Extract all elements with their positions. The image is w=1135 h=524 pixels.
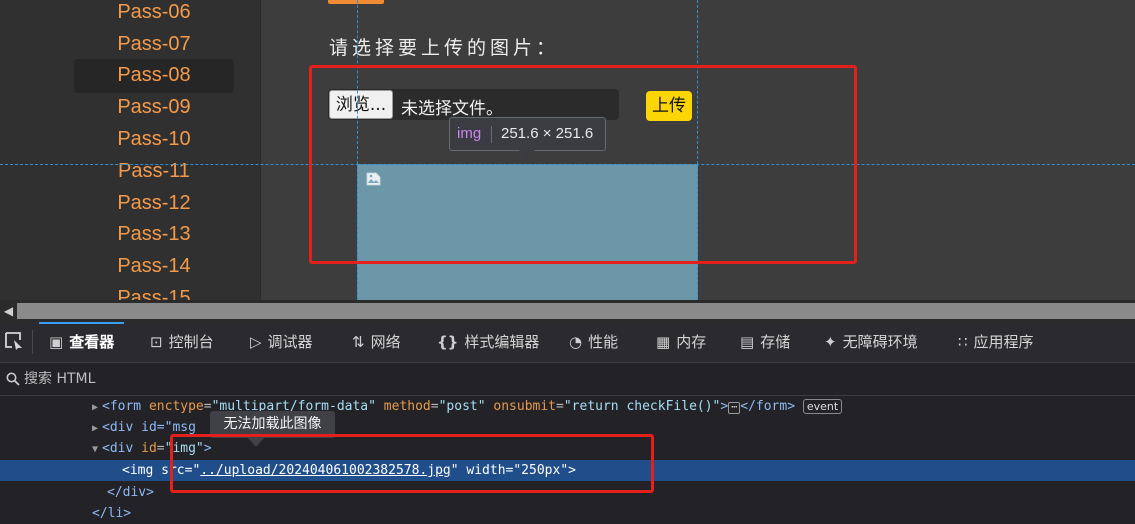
scroll-left-arrow-icon[interactable]: ◀	[2, 303, 15, 319]
tab-network[interactable]: ⇅ 网络	[352, 322, 401, 362]
horizontal-scrollbar[interactable]: ◀	[0, 300, 1135, 322]
tab-label: 内存	[676, 333, 707, 351]
sidebar-item-pass-06[interactable]: Pass-06	[74, 0, 234, 30]
sidebar-item-pass-07[interactable]: Pass-07	[74, 28, 234, 62]
element-picker-icon[interactable]	[4, 331, 24, 351]
sidebar-item-pass-15[interactable]: Pass-15	[74, 282, 234, 300]
collapse-arrow-icon[interactable]: ▼	[92, 439, 102, 460]
sidebar-item-pass-08[interactable]: Pass-08	[74, 59, 234, 93]
tab-label: 控制台	[168, 333, 214, 351]
sidebar-item-pass-10[interactable]: Pass-10	[74, 123, 234, 157]
memory-icon: ▦	[656, 333, 671, 351]
page-heading-clipped	[328, 0, 384, 4]
sidebar-item-pass-09[interactable]: Pass-09	[74, 91, 234, 125]
sidebar-item-pass-11[interactable]: Pass-11	[74, 155, 234, 189]
html-search-bar	[0, 363, 1135, 396]
tab-label: 调试器	[267, 333, 313, 351]
toolbar-divider	[32, 330, 33, 354]
code-line-form[interactable]: ▶ <form enctype="multipart/form-data" met…	[0, 396, 1135, 417]
tab-application[interactable]: ∷ 应用程序	[958, 322, 1034, 362]
console-icon: ⊡	[150, 333, 163, 351]
application-icon: ∷	[958, 333, 968, 351]
annotation-box-img-src	[170, 434, 654, 493]
tab-label: 应用程序	[973, 333, 1034, 351]
tab-performance[interactable]: ◔ 性能	[569, 322, 618, 362]
page-viewport: Pass-06 Pass-07 Pass-08 Pass-09 Pass-10 …	[0, 0, 1135, 300]
tab-accessibility[interactable]: ✦ 无障碍环境	[824, 322, 918, 362]
devtools-toolbar: ▣ 查看器 ⊡ 控制台 ▷ 调试器 ⇅ 网络 {} 样式编辑器 ◔ 性能 ▦ 内存 ▤ 存储 ✦…	[0, 322, 1135, 363]
annotation-box-upload	[309, 65, 857, 264]
devtools-panel: ▣ 查看器 ⊡ 控制台 ▷ 调试器 ⇅ 网络 {} 样式编辑器 ◔ 性能 ▦ 内存 ▤ 存储 ✦…	[0, 322, 1135, 524]
tab-inspector[interactable]: ▣ 查看器	[39, 322, 125, 362]
tab-style-editor[interactable]: {} 样式编辑器	[437, 322, 539, 362]
expand-arrow-icon[interactable]: ▶	[92, 397, 102, 418]
tab-memory[interactable]: ▦ 内存	[656, 322, 706, 362]
code-line-li-close[interactable]: </li>	[0, 503, 1135, 524]
tab-label: 样式编辑器	[464, 333, 540, 351]
style-editor-icon: {}	[437, 333, 459, 351]
search-html-input[interactable]	[24, 369, 524, 389]
tab-debugger[interactable]: ▷ 调试器	[250, 322, 313, 362]
sidebar-item-pass-14[interactable]: Pass-14	[74, 250, 234, 284]
scrollbar-thumb[interactable]	[17, 303, 1135, 319]
tab-label: 存储	[760, 333, 791, 351]
accessibility-icon: ✦	[824, 333, 837, 351]
storage-icon: ▤	[740, 333, 755, 351]
search-icon	[6, 372, 20, 386]
inspector-icon: ▣	[49, 333, 64, 351]
tab-storage[interactable]: ▤ 存储	[740, 322, 790, 362]
sidebar-item-pass-13[interactable]: Pass-13	[74, 218, 234, 252]
sidebar-item-pass-12[interactable]: Pass-12	[74, 187, 234, 221]
tab-label: 性能	[588, 333, 619, 351]
tab-console[interactable]: ⊡ 控制台	[150, 322, 214, 362]
upload-prompt: 请选择要上传的图片：	[329, 37, 560, 59]
event-badge[interactable]: event	[802, 399, 843, 414]
collapsed-ellipsis-icon[interactable]: ⋯	[728, 402, 741, 414]
debugger-icon: ▷	[250, 333, 262, 351]
sidebar: Pass-06 Pass-07 Pass-08 Pass-09 Pass-10 …	[0, 0, 260, 300]
tab-label: 网络	[370, 333, 401, 351]
network-icon: ⇅	[352, 333, 365, 351]
performance-icon: ◔	[569, 333, 583, 351]
tab-label: 无障碍环境	[842, 333, 918, 351]
tab-label: 查看器	[69, 333, 115, 351]
expand-arrow-icon[interactable]: ▶	[92, 418, 102, 439]
